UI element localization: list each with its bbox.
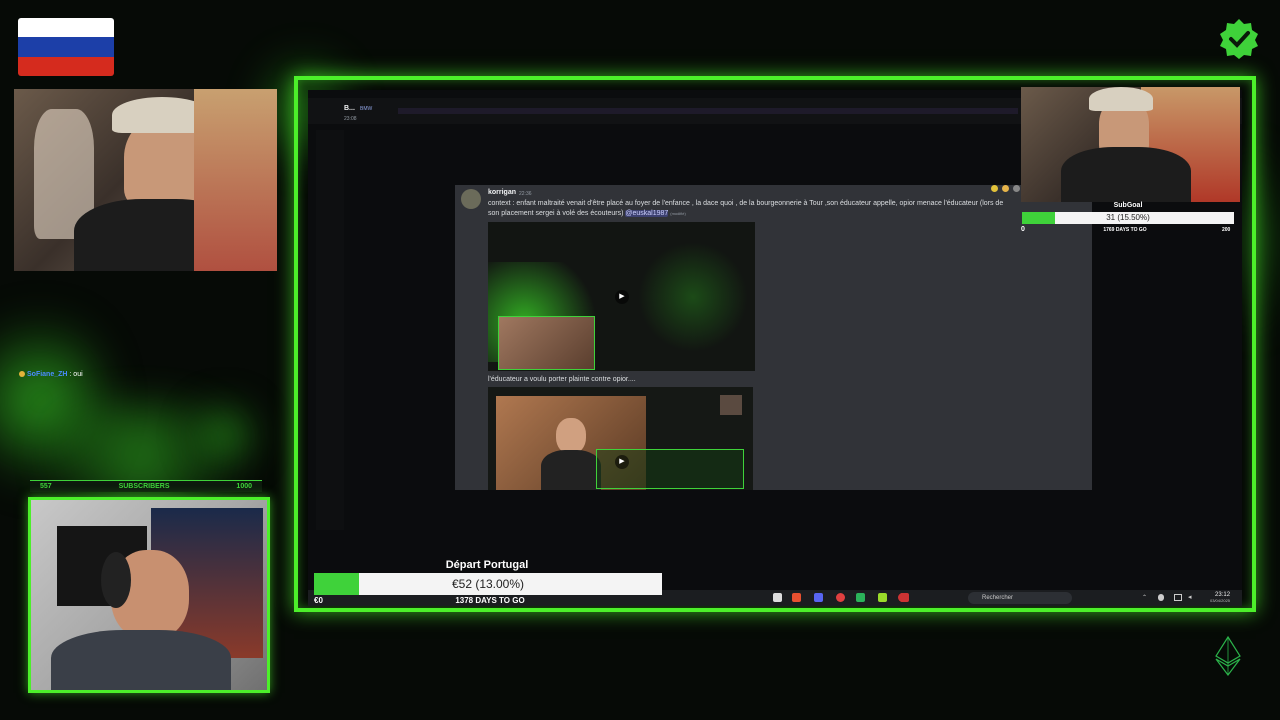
webcam-bottom-left <box>31 500 267 690</box>
avatar <box>461 189 481 209</box>
file-explorer-icon[interactable] <box>773 593 782 602</box>
webcam-top-right <box>1021 87 1240 202</box>
discord-icon[interactable] <box>814 593 823 602</box>
clock-date: 03/04/2025 <box>1210 598 1231 602</box>
subscribers-label: SUBSCRIBERS <box>118 483 170 490</box>
subgoal-progress-label: 31 (15.50%) <box>1106 213 1150 222</box>
taskbar-search[interactable]: Rechercher <box>968 592 1072 604</box>
volume-icon[interactable]: ◂ <box>1188 593 1192 601</box>
subscribers-current: 557 <box>40 483 52 490</box>
depart-goal-min: €0 <box>314 596 323 604</box>
subgoal-max: 200 <box>1222 227 1231 233</box>
depart-goal-progress-bar: €52 (13.00%) <box>314 573 662 595</box>
chat-text: : oui <box>69 371 83 378</box>
depart-goal-days: 1378 DAYS TO GO <box>455 596 525 604</box>
badge-icon <box>19 371 25 378</box>
depart-goal-progress-label: €52 (13.00%) <box>451 577 525 591</box>
subgoal-days: 1769 DAYS TO GO <box>1103 227 1147 233</box>
reaction-bar[interactable] <box>989 185 1020 193</box>
user-mention[interactable]: @euskal1987 <box>625 210 669 217</box>
top-author: B... <box>344 105 355 112</box>
app-icon[interactable] <box>856 593 865 602</box>
headset-icon <box>101 552 131 608</box>
verified-check-icon <box>1220 19 1258 59</box>
edited-label: (modifié) <box>670 211 686 216</box>
top-time: 23:08 <box>344 116 357 122</box>
chat-user: SoFiane_ZH <box>27 371 68 378</box>
message-text: context : enfant maltraité venait d'être… <box>488 200 1004 217</box>
network-icon[interactable] <box>1174 594 1182 601</box>
media-icon[interactable] <box>878 593 887 602</box>
emoji-icon[interactable] <box>991 185 998 192</box>
message-author[interactable]: korrigan <box>488 189 516 196</box>
taskbar-clock[interactable]: 23:12 03/04/2025 <box>1210 592 1230 602</box>
russia-flag-icon <box>18 18 114 76</box>
video-embed-2[interactable]: ▶ <box>488 387 753 490</box>
discord-message-modal: korrigan 22:36 context : enfant maltrait… <box>455 185 1092 490</box>
more-icon[interactable] <box>1013 185 1020 192</box>
subgoal-min: 0 <box>1021 226 1025 233</box>
message-body: context : enfant maltraité venait d'être… <box>488 199 1008 219</box>
microphone-icon[interactable] <box>1158 594 1164 601</box>
brave-icon[interactable] <box>792 593 801 602</box>
depart-goal-title: Départ Portugal <box>445 559 529 571</box>
subgoal-progress-bar: 31 (15.50%) <box>1022 212 1234 224</box>
mini-thumbnail <box>720 395 742 415</box>
thumbs-up-icon[interactable] <box>1002 185 1009 192</box>
top-badge: BMW <box>360 106 373 112</box>
video-embed-1[interactable]: ▶ <box>488 222 755 371</box>
play-icon[interactable]: ▶ <box>615 455 629 469</box>
second-message: l'éducateur a voulu porter plainte contr… <box>488 376 636 383</box>
ethereum-icon <box>1215 636 1241 676</box>
subgoal-title: SubGoal <box>1113 202 1143 209</box>
chrome-icon[interactable] <box>836 593 845 602</box>
chevron-up-icon[interactable]: ⌃ <box>1142 594 1147 601</box>
video-thumbnail-cam <box>498 316 595 370</box>
play-icon[interactable]: ▶ <box>615 290 629 304</box>
server-sidebar <box>316 130 344 530</box>
webcam-top-left <box>14 89 277 271</box>
subscribers-target: 1000 <box>236 483 252 490</box>
message-time: 22:36 <box>519 191 532 197</box>
subscribers-bar: 557 SUBSCRIBERS 1000 <box>30 480 262 492</box>
webcam-bottom-left-frame <box>28 497 270 693</box>
youtube-icon[interactable] <box>900 593 909 602</box>
chat-message: SoFiane_ZH : oui <box>19 371 83 378</box>
